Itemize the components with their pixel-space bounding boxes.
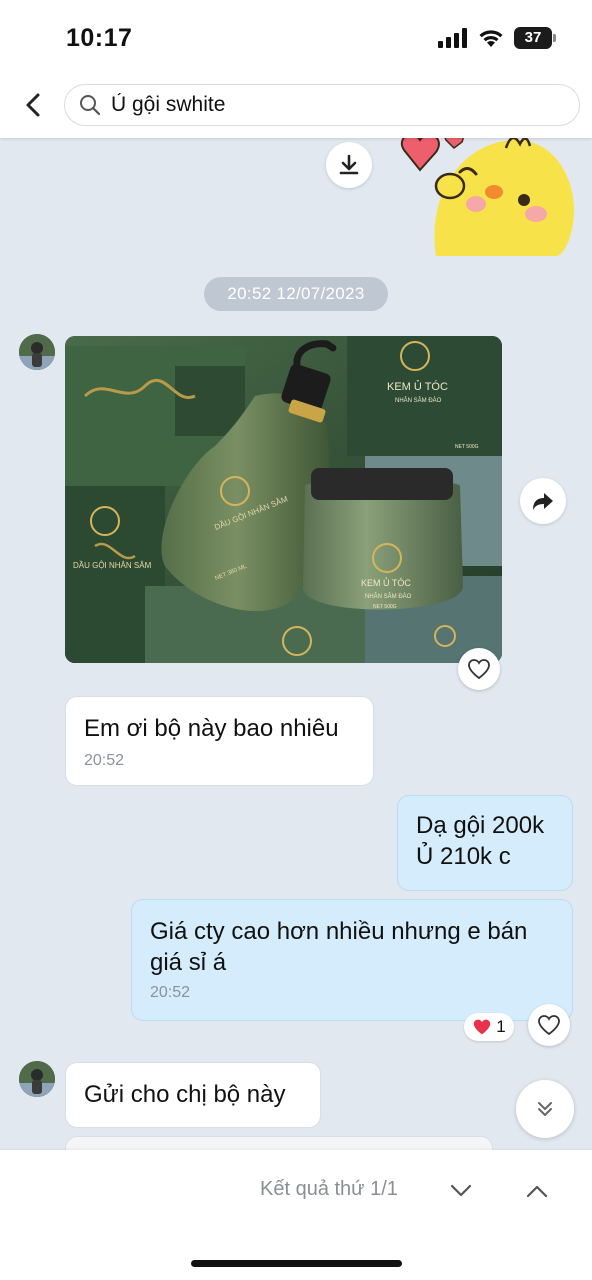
- message-bubble-in[interactable]: Gửi cho chị bộ này: [65, 1062, 321, 1128]
- message-bubble-out[interactable]: Dạ gội 200k Ủ 210k c: [397, 795, 573, 891]
- forward-button[interactable]: [520, 478, 566, 524]
- message-text: Gửi cho chị bộ này: [84, 1081, 286, 1108]
- jar-sub: NHÂN SÂM ĐÀO: [365, 593, 412, 600]
- status-time: 10:17: [66, 24, 133, 52]
- chick-sticker: [401, 138, 574, 256]
- chat-area[interactable]: 20:52 12/07/2023 DẦU GỘI NHÂN SÂM NET 38…: [0, 138, 592, 1150]
- message-text: Em ơi bộ này bao nhiêu: [84, 715, 339, 742]
- message-time: 20:52: [84, 752, 125, 769]
- back-button[interactable]: [16, 86, 50, 124]
- message-text-line: giá sỉ á: [150, 949, 227, 976]
- previous-result-button[interactable]: [521, 1176, 553, 1206]
- reaction-count-value: 1: [496, 1017, 506, 1036]
- download-icon: [339, 154, 359, 175]
- search-result-counter: Kết quả thứ 1/1: [260, 1178, 398, 1200]
- side-box-label: DẦU GỘI NHÂN SÂM: [73, 560, 152, 570]
- battery-indicator: 37: [514, 27, 556, 49]
- heart-outline-icon: [468, 659, 490, 680]
- double-chevron-down-icon: [538, 1102, 552, 1116]
- message-text-line: Dạ gội 200k: [416, 812, 545, 839]
- react-button[interactable]: [528, 1004, 570, 1046]
- message-bubble-in[interactable]: Em ơi bộ này bao nhiêu 20:52: [65, 696, 374, 786]
- date-separator: 20:52 12/07/2023: [204, 277, 388, 311]
- message-time: 20:52: [150, 984, 191, 1001]
- download-button[interactable]: [326, 142, 372, 188]
- product-image: DẦU GỘI NHÂN SÂM NET 380 ML KEM Ủ TÓC NH…: [65, 336, 502, 663]
- next-result-button[interactable]: [445, 1176, 477, 1206]
- search-results-bar: Kết quả thứ 1/1: [0, 1150, 592, 1280]
- avatar-image: [19, 1061, 55, 1097]
- scroll-to-bottom-button[interactable]: [516, 1080, 574, 1138]
- box-label: KEM Ủ TÓC: [387, 380, 448, 393]
- home-indicator: [191, 1260, 402, 1267]
- avatar-image: [19, 334, 55, 370]
- share-icon: [533, 493, 553, 510]
- wifi-icon: [479, 30, 503, 47]
- react-button[interactable]: [458, 648, 500, 690]
- message-text-line: Ủ 210k c: [416, 843, 511, 870]
- box-sub: NHÂN SÂM ĐÀO: [395, 397, 442, 404]
- message-bubble-out[interactable]: Giá cty cao hơn nhiều nhưng e bán giá sỉ…: [131, 899, 573, 1021]
- chevron-up-icon: [526, 1185, 548, 1198]
- product-photo[interactable]: DẦU GỘI NHÂN SÂM NET 380 ML KEM Ủ TÓC NH…: [65, 336, 502, 663]
- message-bubble-partial[interactable]: [65, 1136, 493, 1150]
- search-icon: [80, 95, 101, 116]
- signal-icon: [438, 28, 467, 48]
- box-net: NET 500G: [455, 444, 479, 450]
- chevron-down-icon: [450, 1184, 472, 1197]
- search-box[interactable]: [64, 84, 580, 126]
- message-text-line: Giá cty cao hơn nhiều nhưng e bán: [150, 918, 528, 945]
- avatar[interactable]: [19, 334, 55, 370]
- jar-net: NET 500G: [373, 604, 397, 610]
- jar-label: KEM Ủ TÓC: [361, 577, 411, 588]
- chevron-left-icon: [26, 93, 40, 117]
- top-bar: 10:17 37: [0, 0, 592, 138]
- status-icons: 37: [438, 27, 556, 49]
- heart-filled-icon: [474, 1019, 491, 1035]
- search-input[interactable]: [111, 93, 531, 117]
- reaction-count[interactable]: 1: [464, 1013, 514, 1041]
- avatar[interactable]: [19, 1061, 55, 1097]
- heart-outline-icon: [538, 1015, 560, 1036]
